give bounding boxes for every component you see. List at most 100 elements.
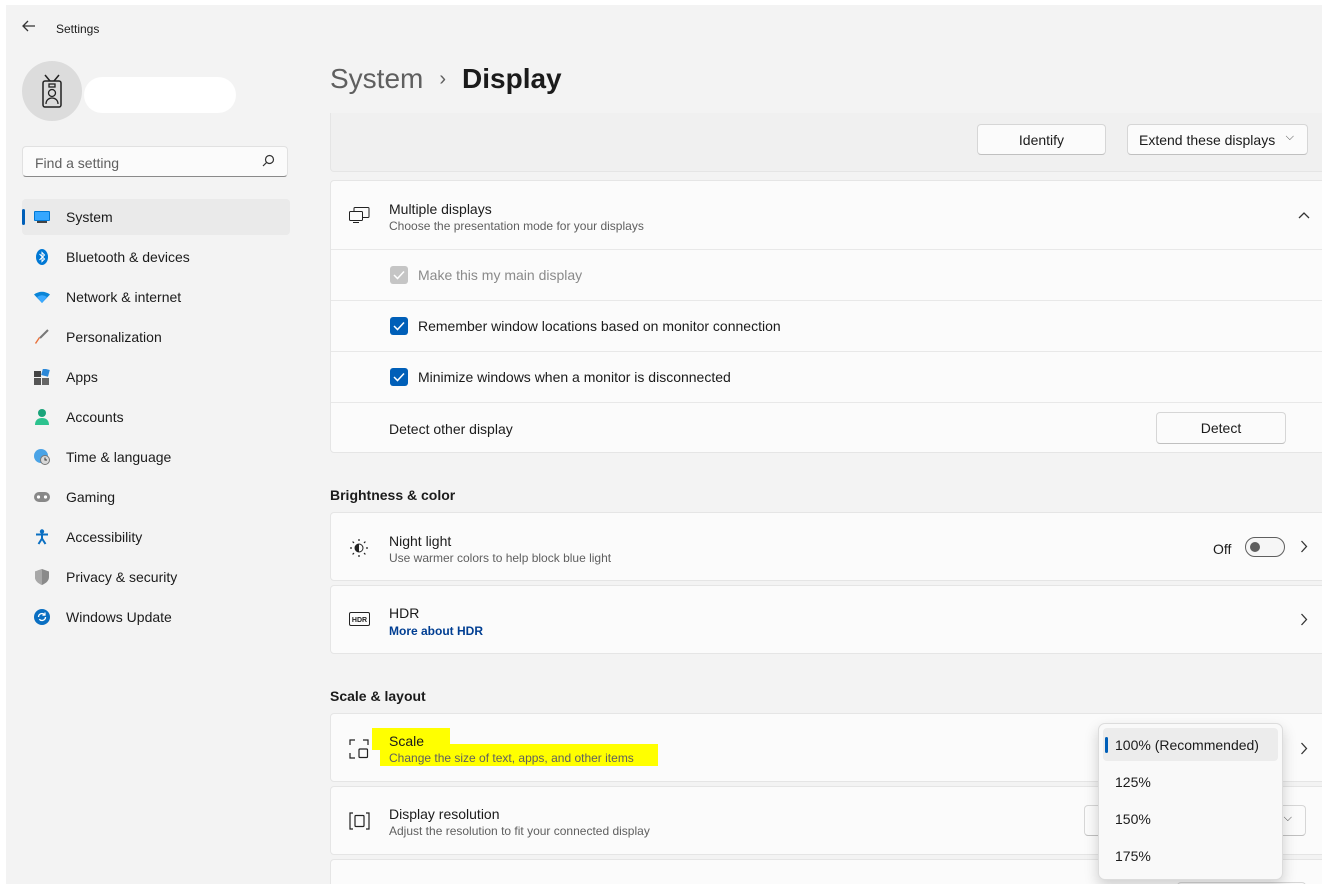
update-icon — [34, 609, 50, 625]
display-mode-dropdown[interactable]: Extend these displays ⌵ — [1127, 124, 1308, 155]
sidebar-item-time-language[interactable]: Time & language — [22, 439, 290, 475]
night-light-title: Night light — [389, 533, 452, 549]
display-resolution-icon — [349, 812, 370, 835]
scale-option-100[interactable]: 100% (Recommended) — [1103, 728, 1278, 761]
sidebar-item-label: Bluetooth & devices — [66, 249, 190, 265]
detect-button[interactable]: Detect — [1156, 412, 1286, 444]
search-box[interactable] — [22, 146, 288, 177]
back-arrow-icon[interactable] — [22, 19, 36, 38]
brightness-color-heading: Brightness & color — [330, 487, 456, 503]
username-redaction — [84, 77, 236, 113]
main-display-label: Make this my main display — [418, 267, 583, 283]
display-mode-value: Extend these displays — [1139, 131, 1276, 148]
sidebar-nav: System Bluetooth & devices Network & int… — [22, 199, 290, 639]
search-input[interactable] — [33, 154, 257, 172]
brush-icon — [34, 329, 50, 345]
badge-icon — [42, 74, 62, 108]
night-light-state: Off — [1213, 541, 1232, 557]
minimize-windows-checkbox[interactable] — [390, 368, 408, 386]
monitor-icon — [34, 209, 50, 225]
sidebar-item-bluetooth[interactable]: Bluetooth & devices — [22, 239, 290, 275]
minimize-windows-label: Minimize windows when a monitor is disco… — [418, 369, 731, 385]
search-icon[interactable] — [262, 154, 275, 172]
bluetooth-icon — [34, 249, 50, 265]
sidebar-item-network[interactable]: Network & internet — [22, 279, 290, 315]
display-resolution-subtitle: Adjust the resolution to fit your connec… — [389, 824, 650, 838]
divider — [331, 300, 1322, 301]
hdr-title: HDR — [389, 605, 420, 621]
scale-option-125[interactable]: 125% — [1103, 765, 1278, 798]
scale-option-label: 125% — [1115, 773, 1151, 790]
sidebar-item-label: Accounts — [66, 409, 124, 425]
main-display-checkbox[interactable] — [390, 266, 408, 284]
breadcrumb-parent[interactable]: System — [330, 63, 423, 95]
chevron-up-icon[interactable] — [1298, 206, 1310, 222]
sidebar-item-label: System — [66, 209, 113, 225]
sidebar-item-windows-update[interactable]: Windows Update — [22, 599, 290, 635]
chevron-down-icon: ⌵ — [1285, 131, 1294, 143]
avatar[interactable] — [22, 61, 82, 121]
gamepad-icon — [34, 489, 50, 505]
sidebar-item-label: Windows Update — [66, 609, 172, 625]
chevron-right-icon — [1300, 742, 1308, 758]
sidebar-item-personalization[interactable]: Personalization — [22, 319, 290, 355]
apps-icon — [34, 369, 50, 385]
night-light-subtitle: Use warmer colors to help block blue lig… — [389, 551, 612, 565]
multiple-displays-subtitle: Choose the presentation mode for your di… — [389, 219, 644, 233]
sidebar-item-gaming[interactable]: Gaming — [22, 479, 290, 515]
shield-icon — [34, 569, 50, 585]
sidebar-item-accessibility[interactable]: Accessibility — [22, 519, 290, 555]
scale-option-label: 150% — [1115, 810, 1151, 827]
display-resolution-title: Display resolution — [389, 806, 500, 822]
scale-option-175[interactable]: 175% — [1103, 839, 1278, 872]
multiple-displays-title: Multiple displays — [389, 201, 492, 217]
sidebar-item-label: Time & language — [66, 449, 172, 465]
divider — [331, 249, 1322, 250]
night-light-row[interactable]: Night light Use warmer colors to help bl… — [330, 512, 1322, 581]
detect-other-display-label: Detect other display — [389, 421, 513, 437]
display-arrangement-card: Identify Extend these displays ⌵ — [330, 113, 1322, 172]
breadcrumb-separator: › — [439, 67, 447, 90]
selected-indicator — [1105, 737, 1108, 753]
scale-title: Scale — [389, 733, 425, 749]
divider — [331, 351, 1322, 352]
scale-dropdown-menu: 100% (Recommended) 125% 150% 175% — [1098, 723, 1283, 880]
chevron-right-icon — [1300, 613, 1308, 629]
night-light-icon — [349, 538, 369, 563]
wifi-icon — [34, 289, 50, 305]
hdr-icon: HDR — [349, 612, 370, 631]
scale-option-150[interactable]: 150% — [1103, 802, 1278, 835]
sidebar-item-label: Accessibility — [66, 529, 143, 545]
more-about-hdr-link[interactable]: More about HDR — [389, 624, 483, 638]
accessibility-icon — [34, 529, 50, 545]
sidebar-item-accounts[interactable]: Accounts — [22, 399, 290, 435]
scale-option-label: 100% (Recommended) — [1115, 736, 1259, 753]
night-light-toggle[interactable] — [1245, 537, 1285, 557]
multiple-displays-icon — [349, 207, 370, 228]
sidebar-item-label: Gaming — [66, 489, 116, 505]
chevron-right-icon — [1300, 540, 1308, 556]
sidebar-item-label: Network & internet — [66, 289, 182, 305]
divider — [331, 402, 1322, 403]
person-icon — [34, 409, 50, 425]
title-bar: Settings — [6, 5, 1322, 53]
remember-window-locations-checkbox[interactable] — [390, 317, 408, 335]
app-title: Settings — [56, 22, 100, 36]
multiple-displays-header[interactable]: Multiple displays Choose the presentatio… — [331, 181, 1322, 249]
scale-option-label: 175% — [1115, 847, 1151, 864]
remember-window-locations-label: Remember window locations based on monit… — [418, 318, 781, 334]
scale-layout-heading: Scale & layout — [330, 688, 426, 704]
multiple-displays-card: Multiple displays Choose the presentatio… — [330, 180, 1322, 453]
globe-clock-icon — [34, 449, 50, 465]
sidebar-item-system[interactable]: System — [22, 199, 290, 235]
page-title: Display — [462, 63, 562, 94]
hdr-row[interactable]: HDR HDR More about HDR — [330, 585, 1322, 654]
svg-text:HDR: HDR — [352, 617, 367, 624]
chevron-down-icon: ⌵ — [1283, 812, 1292, 824]
sidebar-item-label: Personalization — [66, 329, 162, 345]
sidebar-item-label: Privacy & security — [66, 569, 178, 585]
display-orientation-dropdown[interactable] — [1177, 882, 1306, 884]
identify-button[interactable]: Identify — [977, 124, 1106, 155]
sidebar-item-apps[interactable]: Apps — [22, 359, 290, 395]
sidebar-item-privacy[interactable]: Privacy & security — [22, 559, 290, 595]
